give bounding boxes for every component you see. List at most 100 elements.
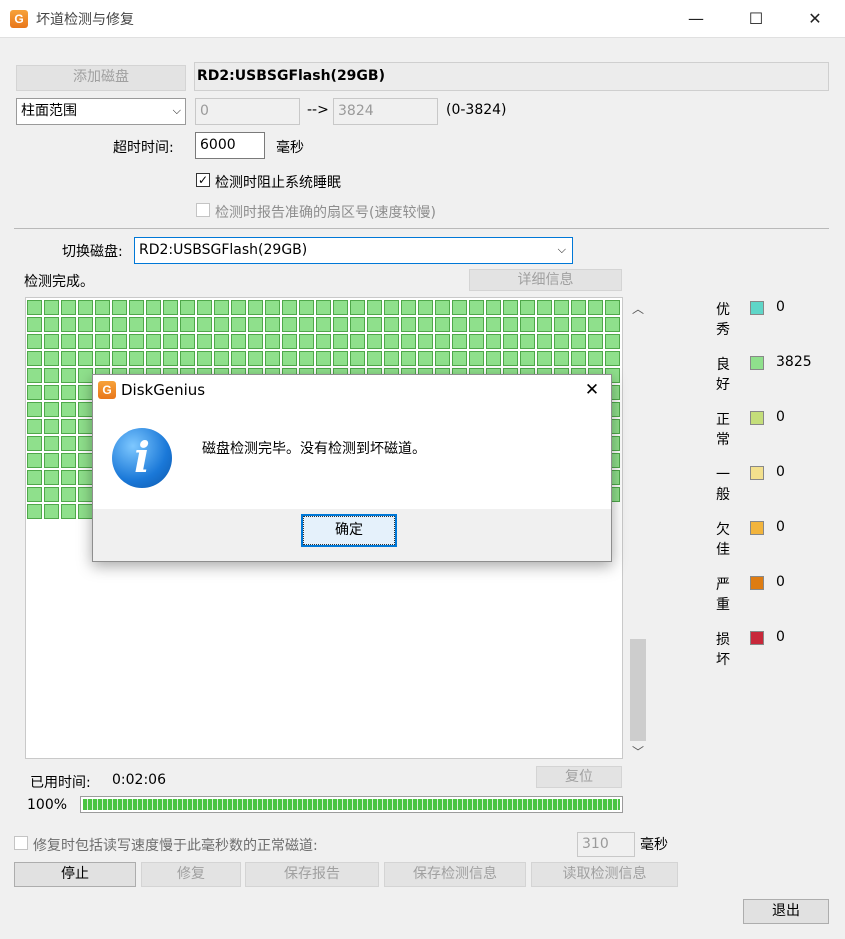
sector-cell — [282, 300, 297, 315]
elapsed-value: 0:02:06 — [112, 772, 166, 788]
sector-cell — [95, 317, 110, 332]
range-select-value: 柱面范围 — [21, 103, 77, 119]
repair-slow-checkbox[interactable] — [14, 836, 28, 850]
sector-cell — [469, 351, 484, 366]
legend-swatch — [750, 521, 764, 535]
sector-cell — [61, 470, 76, 485]
sector-cell — [350, 351, 365, 366]
timeout-input[interactable]: 6000 — [195, 132, 265, 159]
sector-cell — [469, 317, 484, 332]
sector-cell — [214, 317, 229, 332]
range-select[interactable]: 柱面范围 ⌵ — [16, 98, 186, 125]
divider — [14, 228, 829, 229]
legend-name: 欠佳 — [716, 522, 730, 558]
info-dialog: G DiskGenius ✕ i 磁盘检测完毕。没有检测到坏磁道。 确定 — [92, 374, 612, 562]
sector-cell — [44, 419, 59, 434]
details-button[interactable]: 详细信息 — [469, 269, 622, 291]
save-info-button[interactable]: 保存检测信息 — [384, 862, 526, 887]
sector-cell — [180, 317, 195, 332]
scroll-down-icon[interactable]: ﹀ — [628, 742, 648, 762]
sector-cell — [61, 402, 76, 417]
sector-cell — [486, 334, 501, 349]
sector-cell — [435, 334, 450, 349]
sector-cell — [316, 317, 331, 332]
sector-cell — [401, 300, 416, 315]
status-text: 检测完成。 — [24, 274, 94, 290]
sector-cell — [163, 317, 178, 332]
disk-name-display: RD2:USBSGFlash(29GB) — [194, 62, 829, 91]
range-to-input[interactable]: 3824 — [333, 98, 438, 125]
range-from-input[interactable]: 0 — [195, 98, 300, 125]
sector-cell — [61, 453, 76, 468]
stop-button[interactable]: 停止 — [14, 862, 136, 887]
maximize-button[interactable]: ☐ — [741, 4, 771, 34]
sector-cell — [231, 300, 246, 315]
sector-cell — [44, 436, 59, 451]
repair-slow-label: 修复时包括读写速度慢于此毫秒数的正常磁道: — [33, 838, 318, 854]
scrollbar-thumb[interactable] — [630, 639, 646, 741]
dialog-title: DiskGenius — [121, 381, 206, 399]
sector-cell — [27, 436, 42, 451]
exit-button[interactable]: 退出 — [743, 899, 829, 924]
sector-cell — [537, 317, 552, 332]
sector-cell — [78, 317, 93, 332]
sector-cell — [554, 351, 569, 366]
save-report-button[interactable]: 保存报告 — [245, 862, 379, 887]
close-button[interactable]: ✕ — [800, 4, 830, 34]
sector-cell — [78, 419, 93, 434]
sector-cell — [61, 351, 76, 366]
sector-cell — [401, 351, 416, 366]
sector-cell — [571, 351, 586, 366]
sector-cell — [44, 402, 59, 417]
sector-cell — [367, 334, 382, 349]
dialog-close-button[interactable]: ✕ — [577, 377, 607, 403]
sector-cell — [180, 351, 195, 366]
app-logo-icon: G — [10, 10, 28, 28]
sector-cell — [61, 385, 76, 400]
sector-cell — [44, 368, 59, 383]
load-info-button[interactable]: 读取检测信息 — [531, 862, 678, 887]
sector-cell — [78, 300, 93, 315]
sector-cell — [95, 300, 110, 315]
sector-cell — [265, 334, 280, 349]
sector-cell — [316, 351, 331, 366]
sector-cell — [61, 317, 76, 332]
sector-cell — [78, 470, 93, 485]
sector-cell — [350, 317, 365, 332]
sector-cell — [44, 504, 59, 519]
ok-button[interactable]: 确定 — [301, 514, 397, 547]
sector-cell — [129, 317, 144, 332]
range-arrow-label: --> — [307, 102, 329, 118]
reset-button[interactable]: 复位 — [536, 766, 622, 788]
sector-cell — [554, 317, 569, 332]
sector-cell — [299, 351, 314, 366]
grid-scrollbar[interactable]: ︿ ﹀ — [628, 297, 648, 762]
sector-cell — [537, 300, 552, 315]
legend-name: 一般 — [716, 467, 730, 503]
sector-cell — [605, 351, 620, 366]
report-sector-checkbox[interactable] — [196, 203, 210, 217]
report-sector-label: 检测时报告准确的扇区号(速度较慢) — [215, 205, 436, 221]
scroll-up-icon[interactable]: ︿ — [628, 299, 648, 319]
sector-cell — [588, 317, 603, 332]
sector-cell — [367, 317, 382, 332]
sector-cell — [27, 334, 42, 349]
sector-cell — [503, 334, 518, 349]
sector-cell — [197, 351, 212, 366]
app-logo-icon: G — [98, 381, 116, 399]
switch-disk-select[interactable]: RD2:USBSGFlash(29GB) ⌵ — [134, 237, 573, 264]
add-disk-button[interactable]: 添加磁盘 — [16, 65, 186, 91]
sector-cell — [112, 351, 127, 366]
sector-cell — [248, 300, 263, 315]
sector-cell — [27, 300, 42, 315]
sector-cell — [78, 487, 93, 502]
minimize-button[interactable]: — — [681, 4, 711, 34]
sector-cell — [316, 300, 331, 315]
sector-cell — [129, 351, 144, 366]
repair-slow-input[interactable]: 310 — [577, 832, 635, 857]
prevent-sleep-checkbox[interactable]: ✓ — [196, 173, 210, 187]
chevron-down-icon: ⌵ — [557, 243, 566, 256]
sector-cell — [44, 453, 59, 468]
sector-cell — [78, 453, 93, 468]
repair-button[interactable]: 修复 — [141, 862, 241, 887]
